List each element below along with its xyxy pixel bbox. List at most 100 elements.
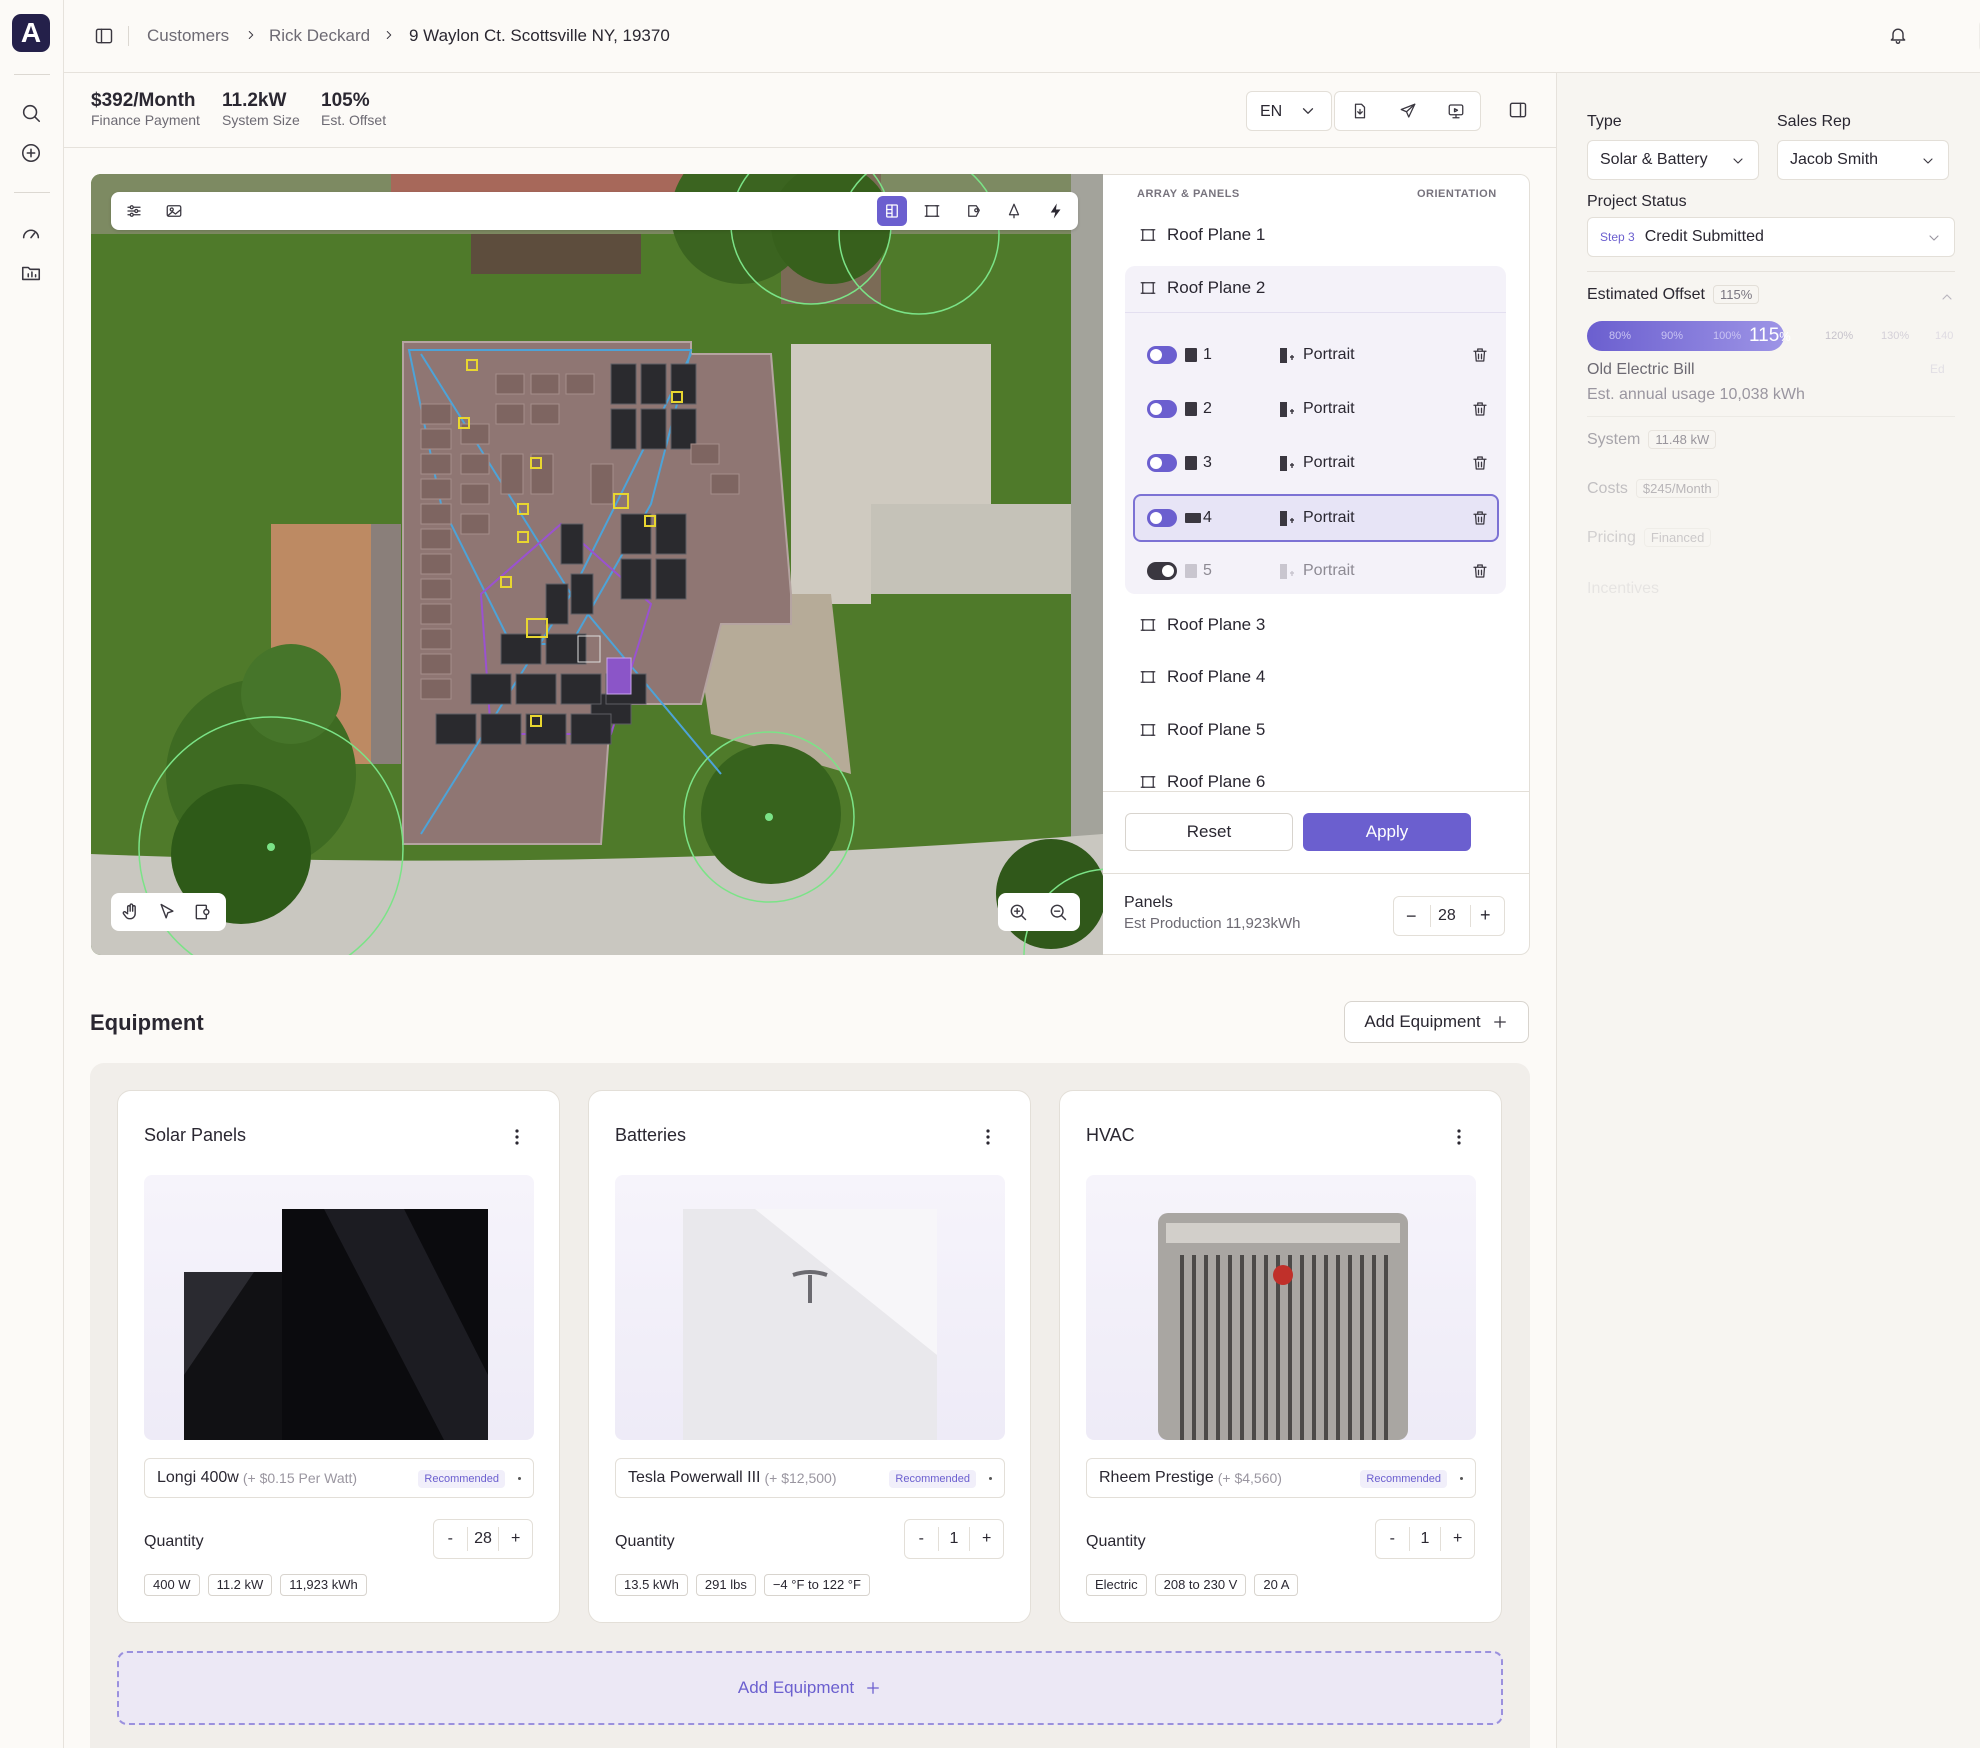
trash-icon[interactable] <box>1471 399 1489 419</box>
more-vertical-icon[interactable] <box>1457 1129 1461 1145</box>
zoom-in-icon[interactable] <box>1008 902 1028 922</box>
folder-chart-icon[interactable] <box>20 262 42 284</box>
decrement-button[interactable]: − <box>1406 906 1417 927</box>
quantity-value[interactable]: 1 <box>1408 1527 1442 1551</box>
sidebar-toggle-icon[interactable] <box>94 26 114 46</box>
product-price: (+ $4,560) <box>1217 1470 1282 1486</box>
settings-sliders-icon[interactable] <box>119 196 149 226</box>
array-toggle[interactable] <box>1147 509 1177 527</box>
array-row[interactable]: 2 Portrait <box>1133 386 1499 434</box>
decrement-button[interactable]: - <box>1376 1530 1409 1548</box>
quantity-stepper: - 1 + <box>1375 1519 1475 1559</box>
orientation-portrait-icon <box>1280 511 1294 526</box>
pointer-select-icon[interactable] <box>157 902 177 922</box>
present-screen-icon[interactable] <box>1447 102 1465 120</box>
decrement-button[interactable]: - <box>434 1530 467 1548</box>
increment-button[interactable]: + <box>1480 905 1491 926</box>
roof-plane-3[interactable]: Roof Plane 3 <box>1139 615 1265 635</box>
old-bill-edit[interactable]: Ed <box>1930 362 1945 376</box>
divider <box>1587 271 1955 272</box>
array-toggle[interactable] <box>1147 400 1177 418</box>
reset-button[interactable]: Reset <box>1125 813 1293 851</box>
rail-divider <box>14 192 50 193</box>
send-icon[interactable] <box>1399 102 1417 120</box>
panel-toggle-icon[interactable] <box>1508 100 1528 120</box>
more-vertical-icon[interactable] <box>515 1129 519 1145</box>
array-row[interactable]: 3 Portrait <box>1133 440 1499 488</box>
hand-pan-icon[interactable] <box>121 902 141 922</box>
pricing-row[interactable]: Pricing Financed <box>1587 528 1712 547</box>
scale-tick: 100% <box>1713 330 1742 342</box>
array-row-selected[interactable]: 4 Portrait <box>1133 494 1499 542</box>
add-equipment-label: Add Equipment <box>1364 1012 1481 1031</box>
select-caret-icon <box>518 1477 521 1480</box>
type-select[interactable]: Solar & Battery <box>1587 140 1759 180</box>
offset-slider[interactable]: 80% 90% 100% 115% 120% 130% 140 <box>1587 321 1980 351</box>
app-logo[interactable]: A <box>12 14 50 52</box>
trash-icon[interactable] <box>1471 508 1489 528</box>
roof-plane-1[interactable]: Roof Plane 1 <box>1139 225 1265 245</box>
sales-rep-select[interactable]: Jacob Smith <box>1777 140 1949 180</box>
lightning-icon[interactable] <box>1041 196 1071 226</box>
panel-icon <box>1185 348 1197 362</box>
array-row-disabled[interactable]: 5 Portrait <box>1133 548 1499 596</box>
product-select[interactable]: Rheem Prestige (+ $4,560) Recommended <box>1086 1458 1476 1498</box>
product-select[interactable]: Tesla Powerwall III (+ $12,500) Recommen… <box>615 1458 1005 1498</box>
roof-plane-6[interactable]: Roof Plane 6 <box>1139 772 1265 792</box>
increment-button[interactable]: + <box>499 1530 532 1548</box>
draw-rectangle-icon[interactable] <box>917 196 947 226</box>
trash-icon[interactable] <box>1471 345 1489 365</box>
panel-layout-tool-icon[interactable] <box>877 196 907 226</box>
project-status-label: Project Status <box>1587 193 1687 210</box>
measure-icon[interactable] <box>193 902 213 922</box>
roof-plane-5[interactable]: Roof Plane 5 <box>1139 720 1265 740</box>
bell-icon[interactable] <box>1888 25 1908 45</box>
add-equipment-dropzone[interactable]: Add Equipment <box>117 1651 1503 1725</box>
increment-button[interactable]: + <box>970 1530 1003 1548</box>
increment-button[interactable]: + <box>1441 1530 1474 1548</box>
breadcrumb-customers[interactable]: Customers <box>147 26 229 46</box>
quantity-value[interactable]: 28 <box>466 1527 500 1551</box>
search-icon[interactable] <box>20 102 42 124</box>
array-row[interactable]: 1 Portrait <box>1133 332 1499 380</box>
quantity-value[interactable]: 1 <box>937 1527 971 1551</box>
language-select[interactable]: EN <box>1246 91 1332 131</box>
roof-plane-label: Roof Plane 6 <box>1167 772 1266 791</box>
incentives-row[interactable]: Incentives <box>1587 578 1659 598</box>
quantity-label: Quantity <box>615 1533 675 1550</box>
trash-icon[interactable] <box>1471 561 1489 581</box>
dashboard-gauge-icon[interactable] <box>20 222 42 244</box>
array-number: 3 <box>1203 454 1212 471</box>
add-circle-icon[interactable] <box>20 142 42 164</box>
export-document-icon[interactable] <box>1351 102 1369 120</box>
tree-obstruction-icon[interactable] <box>999 196 1029 226</box>
scale-tick: 130% <box>1881 330 1910 342</box>
roof-plane-4[interactable]: Roof Plane 4 <box>1139 667 1265 687</box>
more-vertical-icon[interactable] <box>986 1129 990 1145</box>
add-equipment-button[interactable]: Add Equipment <box>1344 1001 1529 1043</box>
plus-icon <box>867 1682 880 1694</box>
orientation-value: Portrait <box>1303 400 1355 417</box>
product-select[interactable]: Longi 400w (+ $0.15 Per Watt) Recommende… <box>144 1458 534 1498</box>
stat-finance-payment: $392/Month Finance Payment <box>91 90 200 128</box>
satellite-map[interactable] <box>91 174 1103 955</box>
trash-icon[interactable] <box>1471 453 1489 473</box>
breadcrumb-customer-name[interactable]: Rick Deckard <box>269 26 370 46</box>
apply-button[interactable]: Apply <box>1303 813 1471 851</box>
offset-current-unit: % <box>1779 329 1791 344</box>
array-toggle[interactable] <box>1147 562 1177 580</box>
chevron-up-icon[interactable] <box>1939 289 1955 305</box>
type-label: Type <box>1587 113 1622 130</box>
project-status-select[interactable]: Step 3 Credit Submitted <box>1587 217 1955 257</box>
array-toggle[interactable] <box>1147 454 1177 472</box>
estimated-offset-header[interactable]: Estimated Offset 115% <box>1587 285 1760 304</box>
roof-plane-2[interactable]: Roof Plane 2 <box>1139 278 1265 298</box>
system-row[interactable]: System 11.48 kW <box>1587 430 1717 449</box>
panel-count-value[interactable]: 28 <box>1438 907 1456 925</box>
decrement-button[interactable]: - <box>905 1530 938 1548</box>
draw-polygon-icon[interactable] <box>959 196 989 226</box>
costs-row[interactable]: Costs $245/Month <box>1587 479 1719 498</box>
image-icon[interactable] <box>159 196 189 226</box>
zoom-out-icon[interactable] <box>1048 902 1068 922</box>
array-toggle[interactable] <box>1147 346 1177 364</box>
